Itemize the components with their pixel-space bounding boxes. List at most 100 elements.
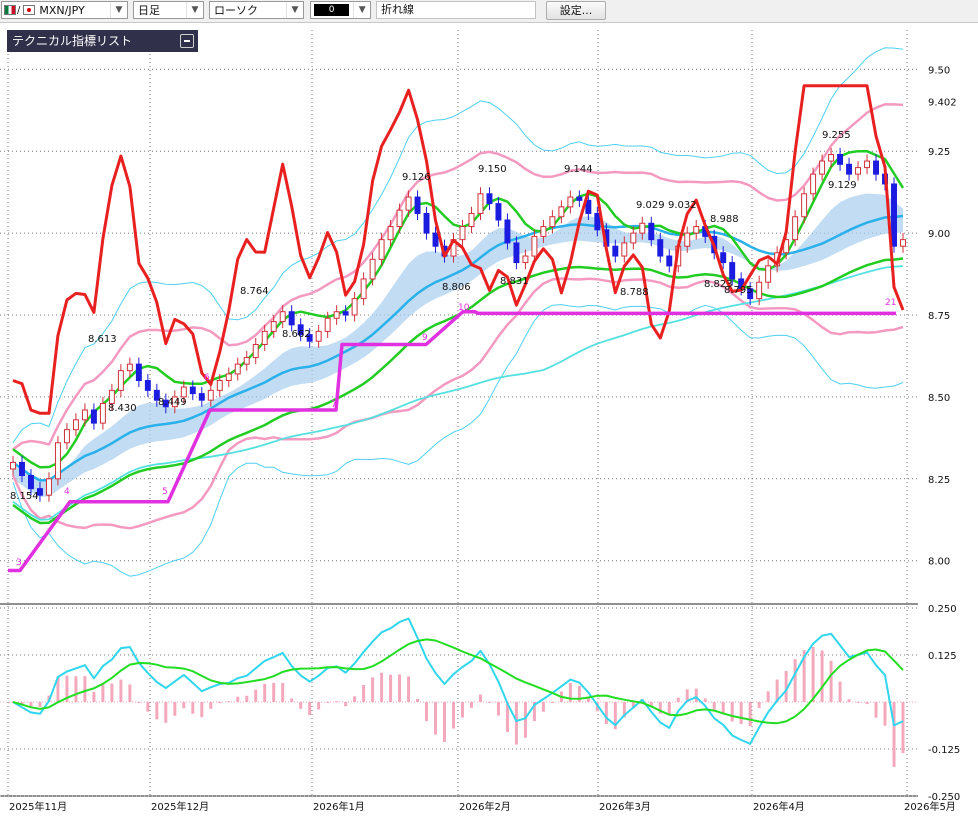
chart-area[interactable]: 9.50 9.25 9.00 8.75 8.50 8.25 8.00 9.402 0.250 0.… bbox=[0, 0, 978, 820]
price-annotation-label: 9.129 bbox=[828, 180, 857, 191]
indicator-list-panel[interactable]: テクニカル指標リスト bbox=[7, 30, 198, 52]
date-label: 2026年1月 bbox=[313, 800, 365, 813]
candle-body bbox=[531, 235, 538, 257]
price-annotation-label: 9.144 bbox=[564, 164, 593, 175]
macd-histogram-bar bbox=[838, 681, 842, 702]
collapse-icon[interactable] bbox=[180, 34, 194, 48]
candle-body bbox=[19, 461, 25, 477]
macd-histogram-bar bbox=[353, 696, 357, 702]
candle-body bbox=[10, 461, 16, 470]
macd-histogram-bar bbox=[407, 676, 411, 702]
candle-body bbox=[99, 402, 106, 424]
macd-histogram-bar bbox=[398, 674, 402, 702]
macd-histogram-bar bbox=[487, 702, 491, 703]
macd-histogram-bar bbox=[496, 702, 500, 716]
count-label: 5 bbox=[162, 487, 168, 497]
macd-histogram-bar bbox=[856, 702, 860, 703]
candle-body bbox=[108, 389, 115, 404]
macd-histogram-bar bbox=[272, 682, 276, 702]
macd-histogram-bar bbox=[317, 702, 321, 710]
candle-body bbox=[351, 298, 358, 316]
macd-histogram-bar bbox=[901, 702, 905, 754]
macd-histogram-bar bbox=[721, 702, 725, 714]
candle-body bbox=[396, 209, 403, 228]
macd-histogram-bar bbox=[245, 695, 249, 702]
candle-body bbox=[387, 226, 394, 241]
macd-line bbox=[12, 617, 904, 745]
candle-body bbox=[801, 193, 808, 218]
candle-body bbox=[81, 409, 88, 421]
price-annotation-label: 8.806 bbox=[442, 282, 471, 293]
macd-histogram-bar bbox=[766, 691, 770, 702]
macd-tick-label: 0.250 bbox=[928, 604, 957, 615]
candle-body bbox=[540, 226, 547, 237]
candle-body bbox=[225, 373, 232, 382]
candle-body bbox=[324, 317, 331, 332]
macd-histogram-bar bbox=[92, 691, 96, 702]
macd-histogram-bar bbox=[892, 702, 896, 767]
count-label: 10 bbox=[458, 303, 470, 313]
candle-body bbox=[333, 311, 340, 319]
macd-histogram-bar bbox=[703, 698, 707, 702]
macd-histogram-bar bbox=[218, 702, 222, 704]
count-label: 21 bbox=[885, 298, 896, 308]
macd-histogram-bar bbox=[676, 697, 680, 702]
price-annotation-label: 9.029 bbox=[636, 200, 665, 211]
macd-histogram-bar bbox=[83, 676, 87, 702]
macd-histogram-bar bbox=[326, 702, 330, 703]
price-tick-label: 9.25 bbox=[928, 147, 950, 158]
macd-histogram-bar bbox=[469, 702, 473, 708]
candle-body bbox=[756, 281, 763, 300]
macd-histogram-bar bbox=[380, 672, 384, 702]
count-label: 6 bbox=[204, 373, 210, 383]
macd-histogram-bar bbox=[173, 702, 177, 716]
macd-histogram-bar bbox=[478, 694, 482, 702]
candle-body bbox=[504, 219, 511, 244]
macd-histogram-bar bbox=[443, 702, 447, 742]
price-tick-label: 8.75 bbox=[928, 311, 950, 322]
date-label: 2026年4月 bbox=[753, 800, 805, 813]
macd-histogram-bar bbox=[416, 698, 420, 702]
count-label: 4 bbox=[64, 487, 70, 497]
macd-histogram-bar bbox=[236, 696, 240, 702]
candle-body bbox=[378, 239, 385, 260]
macd-histogram-bar bbox=[829, 660, 833, 702]
macd-histogram-bar bbox=[209, 702, 213, 709]
candle-body bbox=[612, 245, 619, 257]
candle-body bbox=[693, 226, 700, 234]
candle-body bbox=[648, 222, 655, 241]
macd-histogram-bar bbox=[730, 702, 734, 722]
macd-histogram-bar bbox=[811, 646, 815, 702]
candle-body bbox=[630, 232, 637, 244]
macd-histogram-bar bbox=[514, 702, 518, 745]
candle-body bbox=[891, 183, 897, 247]
candle-body bbox=[117, 370, 124, 391]
macd-histogram-bar bbox=[227, 701, 231, 703]
candle-body bbox=[837, 153, 844, 165]
macd-histogram-bar bbox=[847, 699, 851, 702]
macd-histogram-bar bbox=[757, 702, 761, 708]
candle-body bbox=[432, 232, 439, 247]
macd-histogram-bar bbox=[865, 702, 869, 705]
macd-histogram-bar bbox=[290, 698, 294, 702]
macd-histogram-bar bbox=[155, 702, 159, 720]
candle-body bbox=[189, 386, 196, 395]
macd-histogram-bar bbox=[434, 702, 438, 735]
price-annotation-label: 9.032 bbox=[668, 200, 697, 211]
macd-histogram-bar bbox=[362, 684, 366, 702]
price-annotation-label: 8.795 bbox=[724, 285, 753, 296]
candle-body bbox=[28, 475, 34, 490]
macd-histogram-bar bbox=[164, 702, 168, 723]
macd-histogram-bar bbox=[101, 684, 105, 702]
macd-histogram-bar bbox=[254, 689, 258, 702]
macd-tick-label: -0.125 bbox=[928, 745, 960, 756]
candle-body bbox=[666, 255, 673, 267]
price-annotation-label: 8.831 bbox=[500, 276, 529, 287]
candle-body bbox=[144, 380, 151, 391]
candle-body bbox=[234, 363, 241, 375]
candle-body bbox=[54, 442, 61, 480]
candle-body bbox=[423, 212, 430, 234]
candle-body bbox=[342, 311, 349, 316]
macd-histogram-bar bbox=[119, 679, 123, 702]
indicator-list-title: テクニカル指標リスト bbox=[12, 34, 133, 48]
